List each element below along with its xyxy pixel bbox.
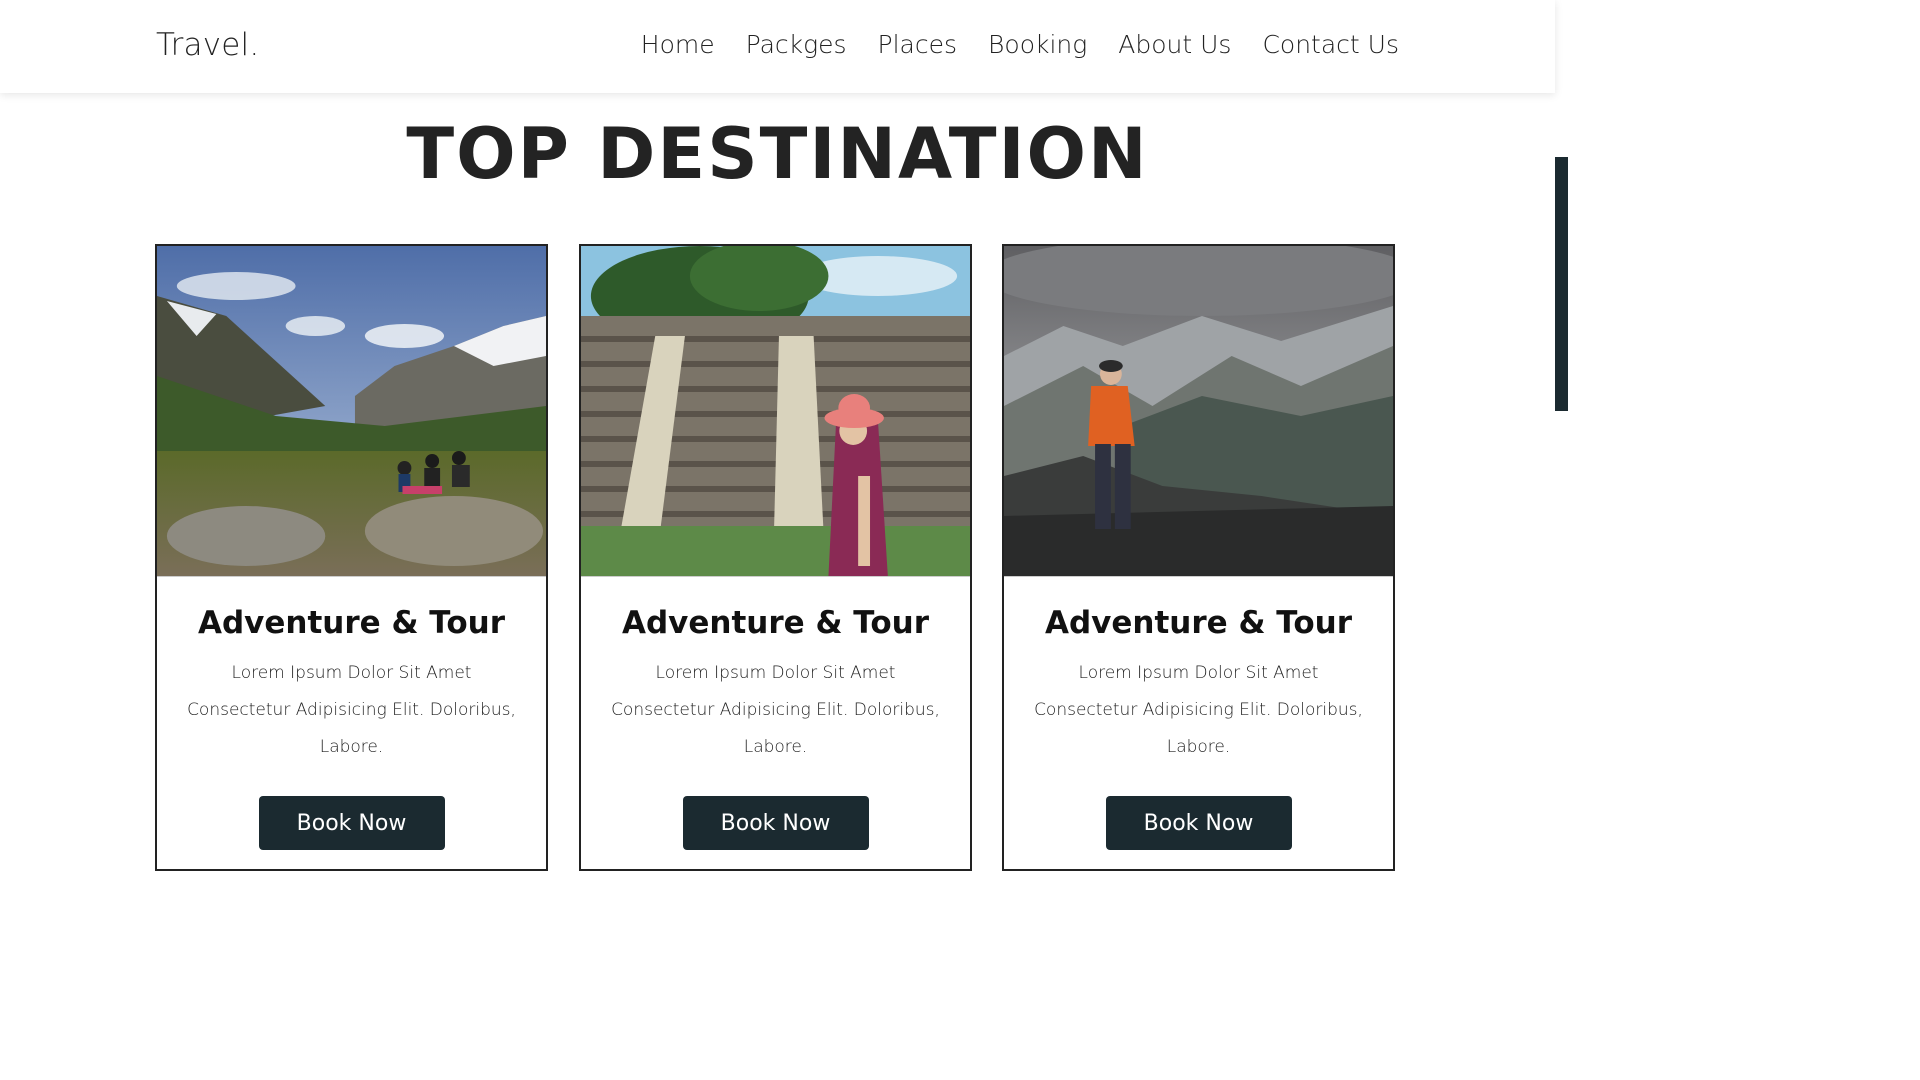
- card-title: Adventure & Tour: [198, 605, 505, 641]
- hiker-mountain-photo: [1004, 246, 1393, 577]
- nav-link-contact-us[interactable]: Contact Us: [1262, 30, 1399, 59]
- book-now-button[interactable]: Book Now: [258, 796, 445, 850]
- book-now-button[interactable]: Book Now: [1105, 796, 1292, 850]
- destination-card: Adventure & Tour Lorem Ipsum Dolor Sit A…: [1002, 244, 1395, 871]
- section-title: TOP DESTINATION: [406, 113, 1149, 195]
- card-title: Adventure & Tour: [622, 605, 929, 641]
- destination-card: Adventure & Tour Lorem Ipsum Dolor Sit A…: [155, 244, 548, 871]
- top-navbar: Travel. Home Packges Places Booking Abou…: [0, 0, 1555, 93]
- main-nav: Home Packges Places Booking About Us Con…: [641, 30, 1399, 59]
- card-description: Lorem Ipsum Dolor Sit Amet Consectetur A…: [187, 663, 516, 757]
- nav-link-places[interactable]: Places: [878, 30, 958, 59]
- nav-link-packages[interactable]: Packges: [746, 30, 847, 59]
- ancient-pyramid-photo: [581, 246, 970, 577]
- nav-link-about-us[interactable]: About Us: [1118, 30, 1231, 59]
- card-description: Lorem Ipsum Dolor Sit Amet Consectetur A…: [611, 663, 940, 757]
- mountain-valley-photo: [157, 246, 546, 577]
- site-logo[interactable]: Travel.: [156, 27, 259, 63]
- destination-card: Adventure & Tour Lorem Ipsum Dolor Sit A…: [579, 244, 972, 871]
- nav-link-home[interactable]: Home: [641, 30, 715, 59]
- card-title: Adventure & Tour: [1045, 605, 1352, 641]
- nav-link-booking[interactable]: Booking: [988, 30, 1087, 59]
- book-now-button[interactable]: Book Now: [682, 796, 869, 850]
- card-description: Lorem Ipsum Dolor Sit Amet Consectetur A…: [1034, 663, 1363, 757]
- scrollbar-thumb[interactable]: [1555, 157, 1568, 411]
